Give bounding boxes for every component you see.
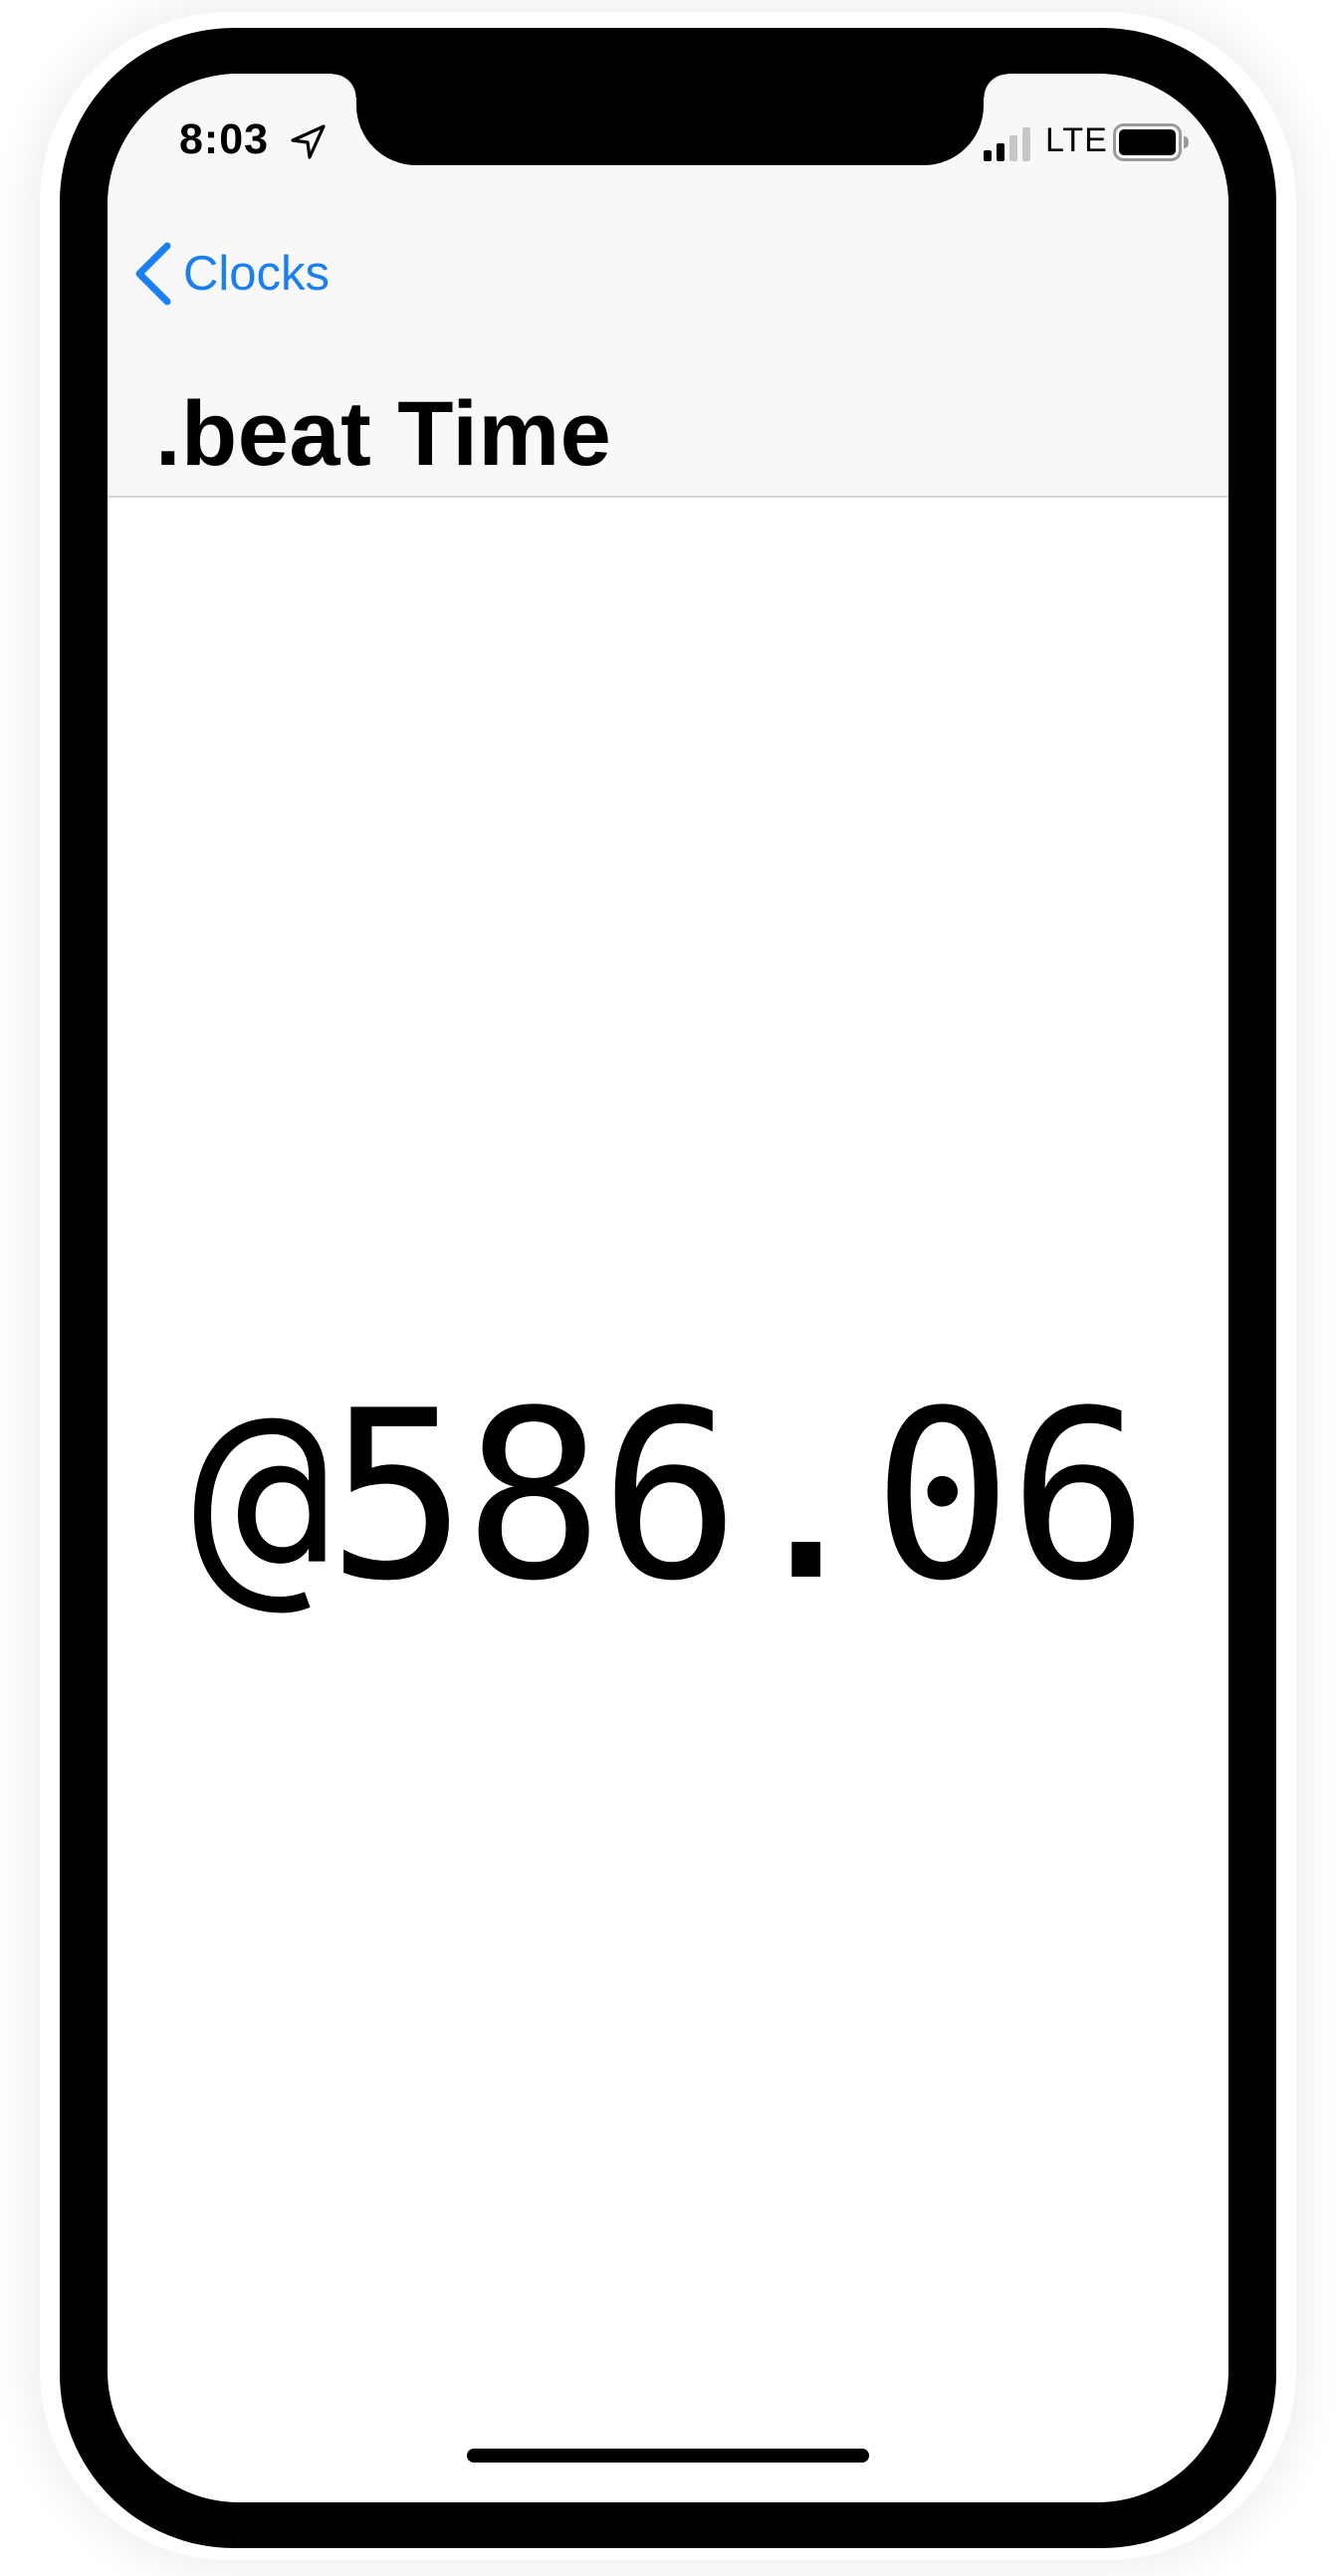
cellular-signal-icon xyxy=(984,127,1030,161)
back-button[interactable]: Clocks xyxy=(131,239,330,309)
notch xyxy=(333,74,1007,165)
navigation-bar: 8:03 LTE Clocks .beat Time xyxy=(108,74,1228,498)
location-arrow-icon xyxy=(291,124,326,159)
status-time: 8:03 xyxy=(179,115,270,163)
beat-time-display: @586.06 xyxy=(190,1362,1149,1632)
back-button-label: Clocks xyxy=(183,247,331,301)
page-title: .beat Time xyxy=(155,383,612,485)
chevron-left-icon xyxy=(135,242,171,306)
screen: 8:03 LTE Clocks .beat Time @586.06 xyxy=(108,74,1228,2502)
battery-icon xyxy=(1113,123,1189,161)
home-indicator[interactable] xyxy=(467,2449,869,2463)
network-type: LTE xyxy=(1045,121,1108,159)
phone-frame: 8:03 LTE Clocks .beat Time @586.06 xyxy=(60,28,1276,2548)
